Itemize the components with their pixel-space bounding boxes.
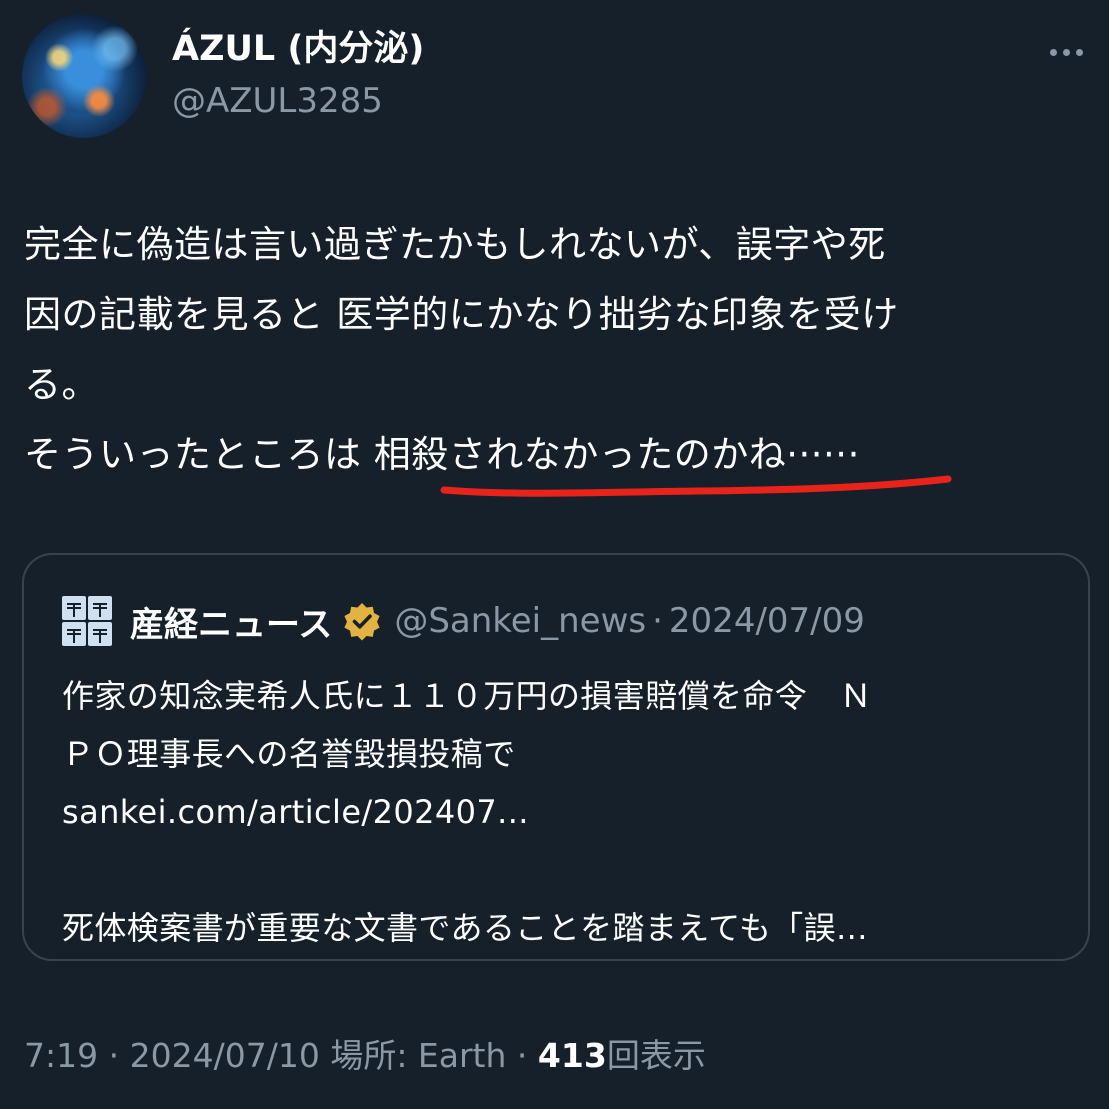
more-dots-icon [1049,48,1057,56]
tweet-date[interactable]: 2024/07/10 [130,1036,320,1075]
more-dots-icon [1062,48,1070,56]
quoted-tweet-line [62,841,1072,899]
quoted-tweet-text: 作家の知念実希人氏に１１０万円の損害賠償を命令 Ｎ ＰＯ理事長への名誉毀損投稿で… [62,667,1072,957]
quoted-author-handle[interactable]: @Sankei_news [394,601,646,641]
separator-dot: · [516,1036,528,1075]
tweet-text: 完全に偽造は言い過ぎたかもしれないが、誤字や死 因の記載を見ると 医学的にかなり… [24,210,1084,490]
tweet-time[interactable]: 7:19 [24,1036,98,1075]
quoted-tweet-header: 産経ニュース @Sankei_news · 2024/07/09 [62,595,865,647]
tweet-location: 場所: Earth [330,1036,507,1075]
quoted-author-name[interactable]: 産経ニュース [130,597,332,646]
quoted-tweet-line: ＰＯ理事長への名誉毀損投稿で [62,735,516,773]
tweet-line: る。 [24,363,99,406]
sankei-logo-icon[interactable] [62,596,112,646]
tweet-line: 完全に偽造は言い過ぎたかもしれないが、誤字や死 [24,223,886,266]
separator-dot: · [652,601,663,641]
avatar[interactable] [22,14,146,138]
separator-dot: · [108,1036,120,1075]
author-display-name[interactable]: ÁZUL (内分泌) [172,26,424,72]
author-handle[interactable]: @AZUL3285 [172,78,383,124]
views-count: 413 [537,1036,607,1075]
tweet-line: そういったところは 相殺されなかったのかね······ [24,433,860,476]
views-label: 回表示 [606,1036,706,1075]
quoted-tweet-link[interactable]: sankei.com/article/202407... [62,783,1072,841]
tweet-meta: 7:19 · 2024/07/10 場所: Earth · 413回表示 [24,1032,706,1080]
quoted-tweet-line: 作家の知念実希人氏に１１０万円の損害賠償を命令 Ｎ [62,677,873,715]
more-options-button[interactable] [1040,30,1092,74]
verified-badge-icon [344,603,380,641]
more-dots-icon [1075,48,1083,56]
tweet-line: 因の記載を見ると 医学的にかなり拙劣な印象を受け [24,293,899,336]
quoted-tweet-line: 死体検案書が重要な文書であることを踏まえても「誤... [62,909,868,947]
quoted-tweet-date[interactable]: 2024/07/09 [669,601,865,641]
quoted-tweet-card[interactable]: 産経ニュース @Sankei_news · 2024/07/09 作家の知念実希… [22,553,1090,961]
